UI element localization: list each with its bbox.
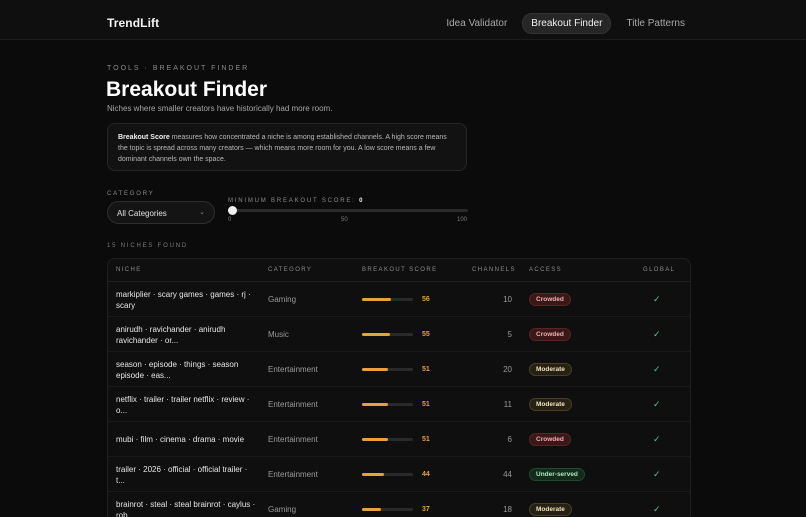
- access-badge: Under-served: [529, 468, 585, 481]
- score-value: 56: [422, 296, 430, 303]
- channels-count: 10: [503, 295, 512, 304]
- table-row[interactable]: brainrot · steal · steal brainrot · cayl…: [108, 492, 690, 517]
- main-nav: Idea Validator Breakout Finder Title Pat…: [439, 13, 692, 34]
- top-bar: TrendLift Idea Validator Breakout Finder…: [0, 0, 806, 40]
- breadcrumb: TOOLS · BREAKOUT FINDER: [107, 65, 250, 72]
- table-row[interactable]: netflix · trailer · trailer netflix · re…: [108, 387, 690, 422]
- score-value: 51: [422, 366, 430, 373]
- niche-name: season · episode · things · season episo…: [116, 360, 239, 380]
- score-bar: [362, 438, 413, 441]
- score-bar: [362, 368, 413, 371]
- check-icon: ✓: [653, 504, 661, 514]
- slider-tick-min: 0: [228, 217, 232, 223]
- page-subtitle: Niches where smaller creators have histo…: [107, 104, 333, 113]
- col-access[interactable]: ACCESS: [529, 267, 562, 273]
- channels-count: 18: [503, 505, 512, 514]
- category-select[interactable]: All Categories ⌄: [107, 201, 215, 224]
- check-icon: ✓: [653, 434, 661, 444]
- access-badge: Crowded: [529, 328, 571, 341]
- score-bar: [362, 403, 413, 406]
- score-bar-fill: [362, 438, 388, 441]
- results-count: 15 NICHES FOUND: [107, 243, 189, 249]
- access-badge: Crowded: [529, 293, 571, 306]
- col-global[interactable]: GLOBAL: [643, 267, 675, 273]
- niche-name: netflix · trailer · trailer netflix · re…: [116, 395, 250, 415]
- col-channels[interactable]: CHANNELS: [472, 267, 516, 273]
- nav-title-patterns[interactable]: Title Patterns: [619, 14, 692, 33]
- page-title: Breakout Finder: [106, 78, 268, 101]
- score-value: 55: [422, 331, 430, 338]
- brand-logo[interactable]: TrendLift: [107, 16, 159, 30]
- col-category[interactable]: CATEGORY: [268, 267, 312, 273]
- check-icon: ✓: [653, 294, 661, 304]
- channels-count: 20: [503, 365, 512, 374]
- check-icon: ✓: [653, 399, 661, 409]
- niche-name: anirudh · ravichander · anirudh ravichan…: [116, 325, 226, 345]
- score-value: 44: [422, 471, 430, 478]
- score-bar: [362, 333, 413, 336]
- niche-category: Music: [268, 330, 289, 339]
- niche-name: mubi · film · cinema · drama · movie: [116, 435, 245, 444]
- min-score-label-text: MINIMUM BREAKOUT SCORE:: [228, 198, 356, 204]
- score-bar: [362, 473, 413, 476]
- channels-count: 5: [507, 330, 512, 339]
- chevron-down-icon: ⌄: [199, 209, 205, 216]
- niche-category: Gaming: [268, 505, 297, 514]
- niche-category: Entertainment: [268, 400, 318, 409]
- check-icon: ✓: [653, 469, 661, 479]
- channels-count: 6: [507, 435, 512, 444]
- score-bar-fill: [362, 473, 385, 476]
- table-row[interactable]: trailer · 2026 · official · official tra…: [108, 457, 690, 492]
- table-header: NICHE CATEGORY BREAKOUT SCORE CHANNELS A…: [108, 259, 690, 282]
- info-term: Breakout Score: [118, 134, 170, 141]
- table-row[interactable]: anirudh · ravichander · anirudh ravichan…: [108, 317, 690, 352]
- min-score-slider-track[interactable]: [229, 209, 468, 212]
- niches-table: NICHE CATEGORY BREAKOUT SCORE CHANNELS A…: [107, 258, 691, 517]
- access-badge: Moderate: [529, 398, 572, 411]
- niche-category: Entertainment: [268, 470, 318, 479]
- score-value: 51: [422, 401, 430, 408]
- check-icon: ✓: [653, 364, 661, 374]
- channels-count: 11: [503, 400, 512, 409]
- access-badge: Moderate: [529, 363, 572, 376]
- min-score-label: MINIMUM BREAKOUT SCORE: 0: [228, 198, 363, 204]
- score-bar: [362, 508, 413, 511]
- score-value: 37: [422, 506, 430, 513]
- niche-category: Entertainment: [268, 435, 318, 444]
- niche-category: Entertainment: [268, 365, 318, 374]
- info-box: Breakout Score measures how concentrated…: [107, 123, 467, 171]
- slider-tick-mid: 50: [341, 217, 348, 223]
- score-bar-fill: [362, 333, 391, 336]
- table-row[interactable]: season · episode · things · season episo…: [108, 352, 690, 387]
- access-badge: Crowded: [529, 433, 571, 446]
- min-score-value: 0: [359, 198, 363, 204]
- check-icon: ✓: [653, 329, 661, 339]
- nav-idea-validator[interactable]: Idea Validator: [439, 14, 514, 33]
- category-label: CATEGORY: [107, 191, 155, 197]
- category-select-value: All Categories: [117, 209, 167, 218]
- score-bar-fill: [362, 368, 388, 371]
- score-value: 51: [422, 436, 430, 443]
- niche-name: brainrot · steal · steal brainrot · cayl…: [116, 500, 256, 517]
- score-bar-fill: [362, 298, 391, 301]
- niche-name: markiplier · scary games · games · rj · …: [116, 290, 251, 310]
- slider-tick-max: 100: [457, 217, 468, 223]
- score-bar: [362, 298, 413, 301]
- min-score-slider-handle[interactable]: [228, 206, 237, 215]
- table-row[interactable]: mubi · film · cinema · drama · movie Ente…: [108, 422, 690, 457]
- channels-count: 44: [503, 470, 512, 479]
- niche-name: trailer · 2026 · official · official tra…: [116, 465, 248, 485]
- col-breakout-score[interactable]: BREAKOUT SCORE: [362, 267, 438, 273]
- access-badge: Moderate: [529, 503, 572, 516]
- score-bar-fill: [362, 508, 381, 511]
- nav-breakout-finder[interactable]: Breakout Finder: [522, 13, 612, 34]
- niche-category: Gaming: [268, 295, 297, 304]
- col-niche[interactable]: NICHE: [116, 267, 142, 273]
- score-bar-fill: [362, 403, 388, 406]
- table-row[interactable]: markiplier · scary games · games · rj · …: [108, 282, 690, 317]
